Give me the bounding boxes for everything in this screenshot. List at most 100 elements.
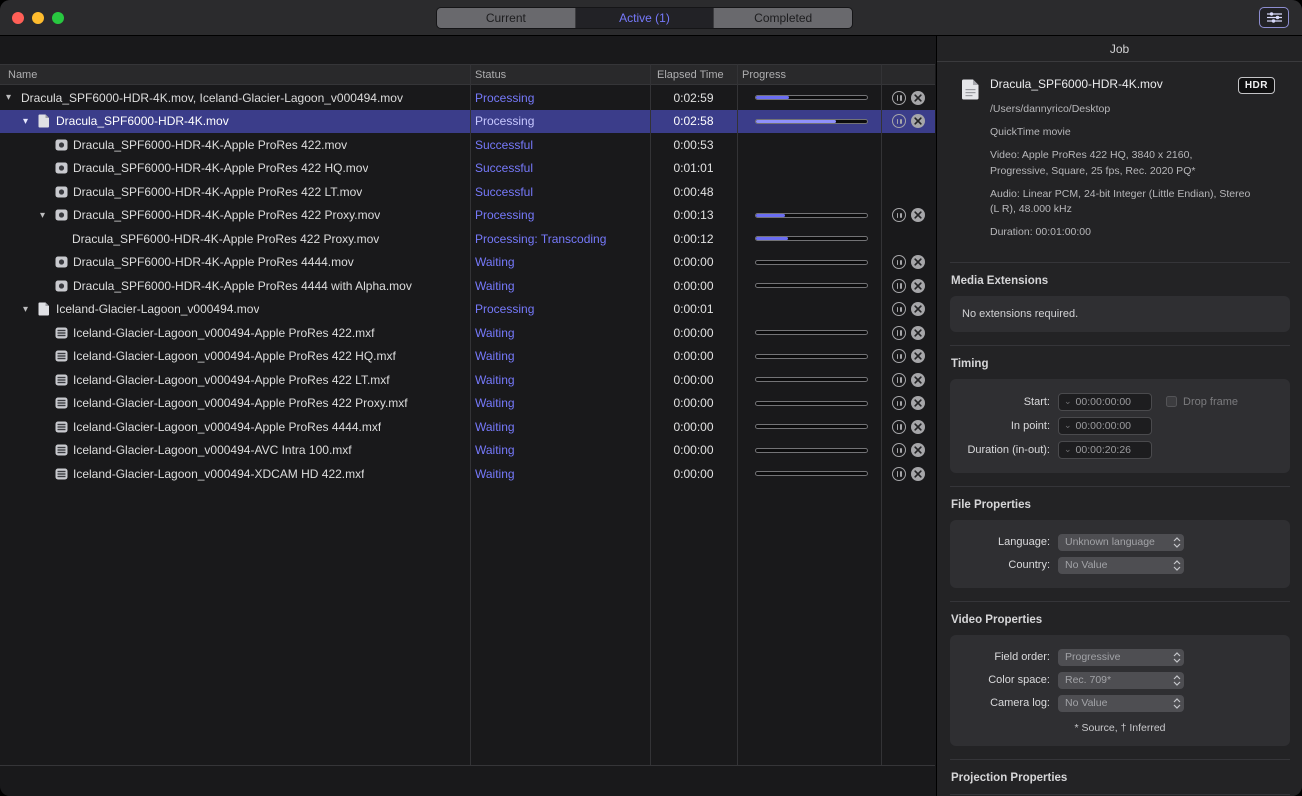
row-name: Iceland-Glacier-Lagoon_v000494-XDCAM HD … <box>73 466 365 481</box>
pause-button[interactable] <box>892 396 906 411</box>
duration-timecode-field[interactable]: ⌄ 00:00:20:26 <box>1058 440 1152 459</box>
table-row[interactable]: ▾ Dracula_SPF6000-HDR-4K.mov, Iceland-Gla… <box>0 86 935 110</box>
status-label: Waiting <box>475 349 515 364</box>
cancel-button[interactable] <box>911 302 925 317</box>
section-header-timing[interactable]: Timing <box>951 358 1290 370</box>
checkbox-box <box>1166 396 1177 408</box>
camera-log-popup[interactable]: No Value <box>1058 694 1184 712</box>
pause-button[interactable] <box>892 325 906 340</box>
column-header-name[interactable]: Name <box>8 65 37 84</box>
progress-bar <box>755 259 868 265</box>
cancel-button[interactable] <box>911 278 925 293</box>
cancel-button[interactable] <box>911 372 925 387</box>
pause-button[interactable] <box>892 208 906 223</box>
progress-cell <box>737 86 881 110</box>
progress-cell <box>737 415 881 439</box>
progress-cell <box>737 298 881 322</box>
start-timecode-field[interactable]: ⌄ 00:00:00:00 <box>1058 392 1152 411</box>
cancel-button[interactable] <box>911 114 925 129</box>
cancel-button[interactable] <box>911 208 925 223</box>
elapsed-time: 0:00:00 <box>673 396 714 411</box>
pause-button[interactable] <box>892 372 906 387</box>
tab-completed[interactable]: Completed <box>714 8 852 28</box>
row-name: Iceland-Glacier-Lagoon_v000494-Apple Pro… <box>73 349 396 364</box>
close-window-button[interactable] <box>12 12 24 24</box>
cancel-button[interactable] <box>911 419 925 434</box>
name-cell: ▾ Dracula_SPF6000-HDR-4K.mov, Iceland-Gla… <box>0 86 470 110</box>
table-row[interactable]: ▾Dracula_SPF6000-HDR-4K-Apple ProRes 422… <box>0 180 935 204</box>
name-cell: ▾Dracula_SPF6000-HDR-4K-Apple ProRes 444… <box>0 274 470 298</box>
table-row[interactable]: ▾Dracula_SPF6000-HDR-4K-Apple ProRes 422… <box>0 133 935 157</box>
cancel-button[interactable] <box>911 255 925 270</box>
pause-button[interactable] <box>892 114 906 129</box>
pause-button[interactable] <box>892 255 906 270</box>
cancel-button[interactable] <box>911 325 925 340</box>
cancel-button[interactable] <box>911 466 925 481</box>
color-space-label: Color space: <box>988 674 1050 687</box>
pause-button[interactable] <box>892 419 906 434</box>
table-row[interactable]: ▾Iceland-Glacier-Lagoon_v000494-Apple Pr… <box>0 368 935 392</box>
disclosure-triangle-icon[interactable]: ▾ <box>6 92 21 103</box>
cancel-button[interactable] <box>911 349 925 364</box>
progress-bar <box>755 212 868 218</box>
media-extensions-box: No extensions required. <box>950 295 1290 332</box>
table-row[interactable]: ▾Dracula_SPF6000-HDR-4K-Apple ProRes 422… <box>0 227 935 251</box>
pause-button[interactable] <box>892 90 906 105</box>
table-row[interactable]: ▾Dracula_SPF6000-HDR-4K-Apple ProRes 422… <box>0 157 935 181</box>
popup-value: No Value <box>1065 697 1108 710</box>
drop-frame-checkbox[interactable]: Drop frame <box>1166 396 1238 408</box>
field-order-popup[interactable]: Progressive <box>1058 648 1184 666</box>
tab-current[interactable]: Current <box>437 8 576 28</box>
progress-cell <box>737 110 881 134</box>
zoom-window-button[interactable] <box>52 12 64 24</box>
row-actions <box>881 274 935 298</box>
elapsed-time: 0:00:00 <box>673 278 714 293</box>
progress-fill <box>756 96 790 100</box>
column-header-progress[interactable]: Progress <box>742 65 786 84</box>
table-row[interactable]: ▾ Iceland-Glacier-Lagoon_v000494.mov Proce… <box>0 298 935 322</box>
tab-active-1[interactable]: Active (1) <box>575 8 715 28</box>
elapsed-time: 0:00:00 <box>673 443 714 458</box>
inspector-toggle-button[interactable] <box>1259 7 1289 28</box>
column-header-elapsed[interactable]: Elapsed Time <box>657 65 724 84</box>
job-file-kind: QuickTime movie <box>990 126 1071 139</box>
status-label: Waiting <box>475 278 515 293</box>
table-row[interactable]: ▾Iceland-Glacier-Lagoon_v000494-AVC Intr… <box>0 439 935 463</box>
table-row[interactable]: ▾Iceland-Glacier-Lagoon_v000494-Apple Pr… <box>0 415 935 439</box>
table-row[interactable]: ▾Dracula_SPF6000-HDR-4K-Apple ProRes 444… <box>0 274 935 298</box>
cancel-button[interactable] <box>911 90 925 105</box>
pause-button[interactable] <box>892 466 906 481</box>
row-actions <box>881 157 935 181</box>
elapsed-time: 0:00:00 <box>673 255 714 270</box>
table-row[interactable]: ▾ Dracula_SPF6000-HDR-4K.mov Processing 0:0… <box>0 109 935 134</box>
disclosure-triangle-icon[interactable]: ▾ <box>40 210 55 221</box>
country-popup[interactable]: No Value <box>1058 556 1184 574</box>
section-header-media-extensions[interactable]: Media Extensions <box>951 275 1290 287</box>
language-popup[interactable]: Unknown language <box>1058 533 1184 551</box>
pause-button[interactable] <box>892 443 906 458</box>
mxf-file-icon <box>55 468 73 480</box>
pause-button[interactable] <box>892 349 906 364</box>
cancel-button[interactable] <box>911 443 925 458</box>
table-row[interactable]: ▾Dracula_SPF6000-HDR-4K-Apple ProRes 444… <box>0 251 935 275</box>
section-header-video-properties[interactable]: Video Properties <box>951 614 1290 626</box>
table-row[interactable]: ▾Dracula_SPF6000-HDR-4K-Apple ProRes 422… <box>0 204 935 228</box>
table-row[interactable]: ▾Iceland-Glacier-Lagoon_v000494-Apple Pr… <box>0 392 935 416</box>
table-row[interactable]: ▾Iceland-Glacier-Lagoon_v000494-Apple Pr… <box>0 345 935 369</box>
row-actions <box>881 298 935 322</box>
in-point-timecode-field[interactable]: ⌄ 00:00:00:00 <box>1058 416 1152 435</box>
disclosure-triangle-icon[interactable]: ▾ <box>23 116 38 127</box>
row-name: Dracula_SPF6000-HDR-4K.mov, Iceland-Glac… <box>21 90 403 105</box>
table-row[interactable]: ▾Iceland-Glacier-Lagoon_v000494-XDCAM HD… <box>0 462 935 486</box>
minimize-window-button[interactable] <box>32 12 44 24</box>
table-row[interactable]: ▾Iceland-Glacier-Lagoon_v000494-Apple Pr… <box>0 321 935 345</box>
pause-button[interactable] <box>892 302 906 317</box>
row-name: Dracula_SPF6000-HDR-4K-Apple ProRes 422 … <box>72 231 380 246</box>
color-space-popup[interactable]: Rec. 709* <box>1058 671 1184 689</box>
disclosure-triangle-icon[interactable]: ▾ <box>23 304 38 315</box>
section-header-projection-properties[interactable]: Projection Properties <box>950 762 1290 795</box>
cancel-button[interactable] <box>911 396 925 411</box>
pause-button[interactable] <box>892 278 906 293</box>
section-header-file-properties[interactable]: File Properties <box>951 499 1290 511</box>
column-header-status[interactable]: Status <box>475 65 506 84</box>
